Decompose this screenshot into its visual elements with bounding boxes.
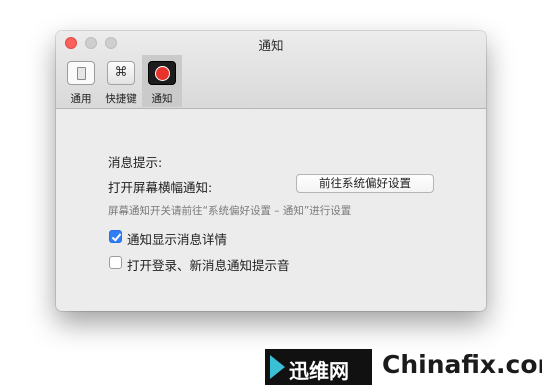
- tab-shortcuts[interactable]: ⌘ 快捷键: [101, 55, 141, 107]
- show-detail-checkbox[interactable]: [109, 230, 122, 243]
- command-key-icon: ⌘: [107, 61, 135, 85]
- watermark-logo: 迅维网: [265, 349, 372, 385]
- window-title: 通知: [258, 38, 284, 53]
- open-system-preferences-button[interactable]: 前往系统偏好设置: [296, 174, 434, 193]
- banner-notification-label: 打开屏幕横幅通知:: [108, 180, 213, 195]
- watermark-site: Chinafix.com: [382, 350, 542, 379]
- notification-sound-checkbox[interactable]: [109, 256, 122, 269]
- tab-notifications[interactable]: 通知: [142, 55, 182, 107]
- watermark-brand: 迅维网: [289, 359, 349, 383]
- notification-sound-label[interactable]: 打开登录、新消息通知提示音: [127, 255, 290, 274]
- arrow-logo-icon: [270, 355, 285, 379]
- section-label: 消息提示:: [108, 155, 163, 170]
- window-toolbar: 通知 通用 ⌘ 快捷键 通知: [56, 31, 486, 109]
- notification-record-icon: [148, 61, 176, 85]
- settings-hint: 屏幕通知开关请前往“系统偏好设置 – 通知”进行设置: [108, 205, 352, 217]
- preferences-window: 通知 通用 ⌘ 快捷键 通知 消息提示: 打开屏幕横幅通知: 前往系统偏好设置 …: [56, 31, 486, 311]
- general-switch-icon: [67, 61, 95, 85]
- tab-notifications-label: 通知: [151, 93, 173, 105]
- show-detail-label[interactable]: 通知显示消息详情: [127, 229, 227, 248]
